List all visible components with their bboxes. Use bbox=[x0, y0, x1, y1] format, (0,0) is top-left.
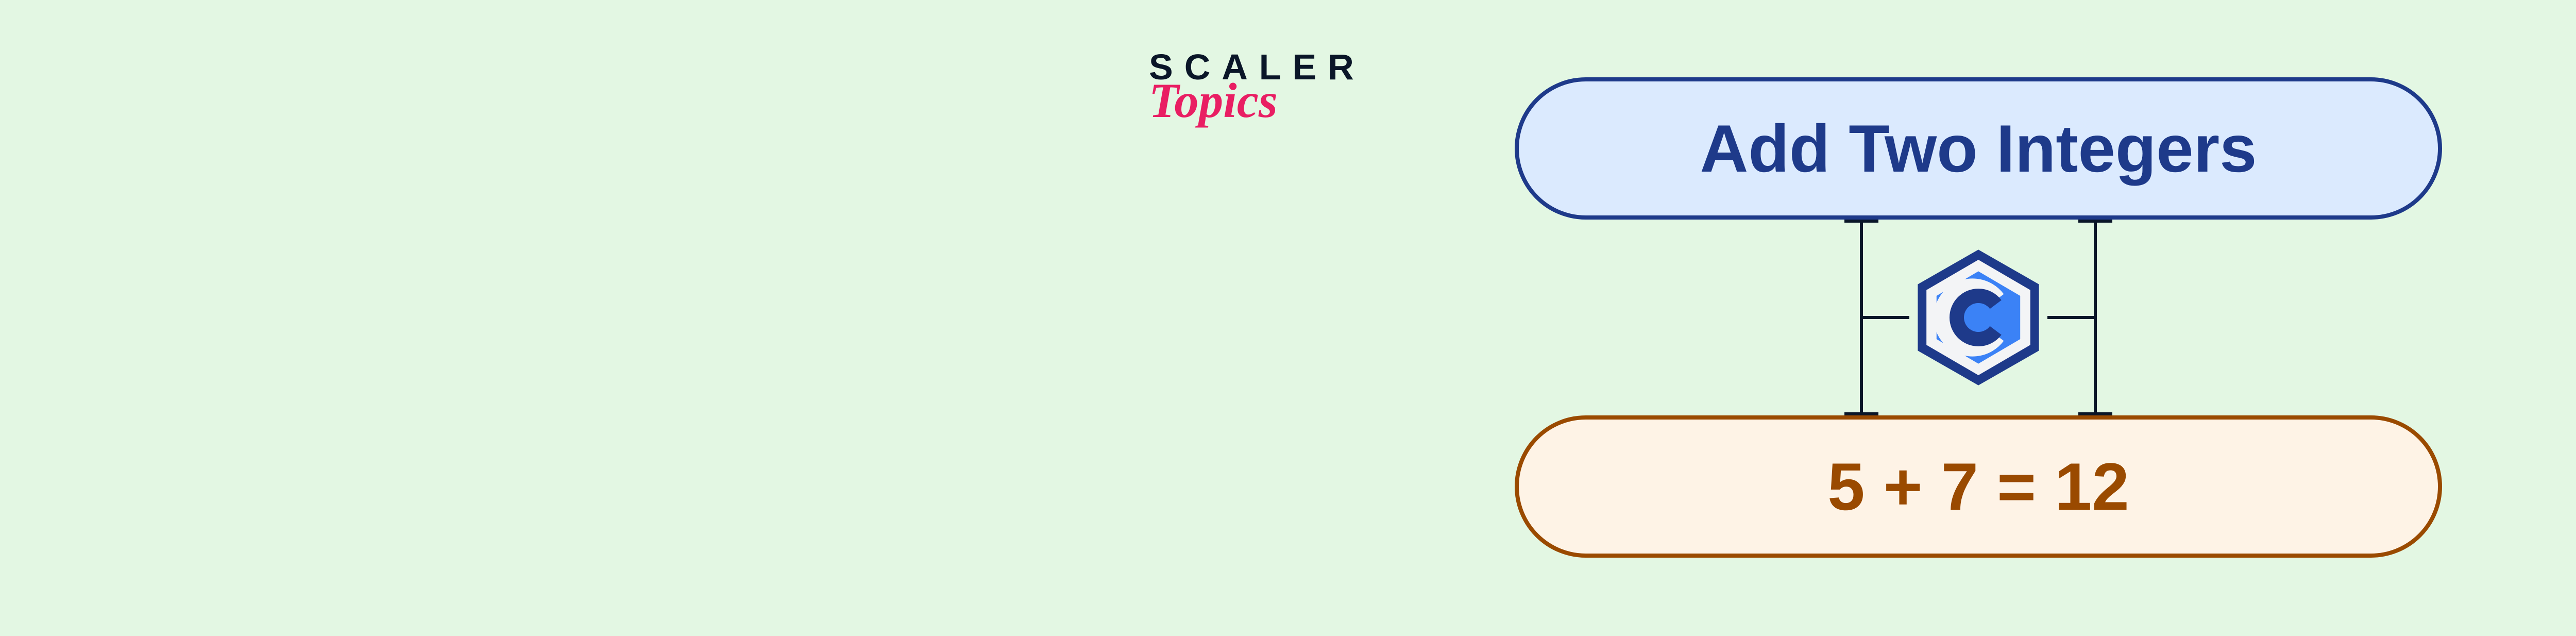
connector-line bbox=[1844, 412, 1878, 415]
connector-line bbox=[1844, 220, 1878, 223]
diagram-title: Add Two Integers bbox=[1700, 111, 2257, 186]
connector-line bbox=[1863, 316, 1909, 319]
diagram-expression-box: 5 + 7 = 12 bbox=[1515, 415, 2442, 558]
c-language-icon bbox=[1906, 245, 2050, 390]
connector-line bbox=[2078, 412, 2112, 415]
connector-line bbox=[2078, 220, 2112, 223]
connector-line bbox=[2047, 316, 2094, 319]
connector-line bbox=[2094, 220, 2097, 415]
diagram-connector bbox=[1798, 220, 2159, 415]
scaler-topics-logo: SCALER Topics bbox=[1149, 49, 1365, 120]
diagram-title-box: Add Two Integers bbox=[1515, 77, 2442, 220]
diagram-expression: 5 + 7 = 12 bbox=[1827, 449, 2129, 524]
add-integers-diagram: Add Two Integers 5 + 7 = 12 bbox=[1515, 77, 2442, 558]
logo-text-topics: Topics bbox=[1149, 81, 1278, 120]
